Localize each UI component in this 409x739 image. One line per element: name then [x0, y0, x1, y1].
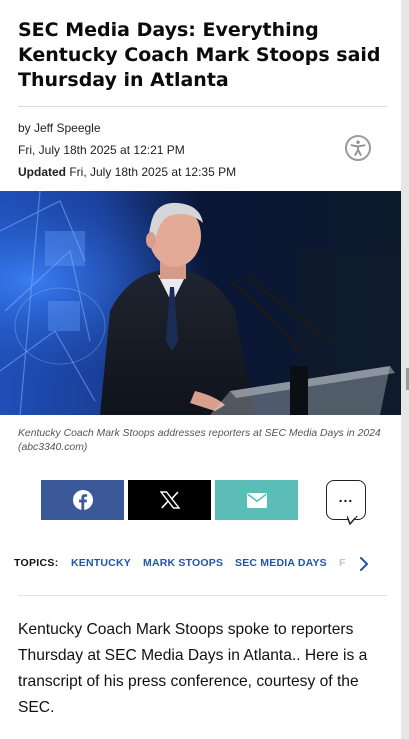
updated-date: Fri, July 18th 2025 at 12:35 PM [69, 165, 237, 179]
share-email-button[interactable] [215, 480, 298, 520]
hero-image [0, 191, 401, 415]
more-icon: ... [338, 489, 354, 505]
updated-date-line: Updated Fri, July 18th 2025 at 12:35 PM [18, 165, 236, 179]
topic-link-sec-media-days[interactable]: SEC MEDIA DAYS [235, 557, 327, 569]
article: SEC Media Days: Everything Kentucky Coac… [0, 0, 401, 739]
accessibility-button[interactable] [345, 135, 371, 161]
share-facebook-button[interactable] [41, 480, 124, 520]
divider [18, 595, 387, 596]
topic-link-mark-stoops[interactable]: MARK STOOPS [143, 557, 223, 569]
topic-link-kentucky[interactable]: KENTUCKY [71, 557, 131, 569]
publish-date: Fri, July 18th 2025 at 12:21 PM [18, 143, 185, 157]
byline: by Jeff Speegle [18, 121, 101, 135]
speech-bubble-tail [347, 516, 358, 525]
share-more-button[interactable]: ... [326, 480, 366, 525]
topics-bar: TOPICS: KENTUCKY MARK STOOPS SEC MEDIA D… [14, 555, 391, 571]
share-x-button[interactable] [128, 480, 211, 520]
scrollbar-track[interactable] [401, 0, 409, 739]
topics-label: TOPICS: [14, 557, 59, 569]
article-body-paragraph: Kentucky Coach Mark Stoops spoke to repo… [18, 621, 368, 716]
divider [18, 106, 387, 107]
topics-next-button[interactable] [355, 556, 373, 572]
topic-link-truncated[interactable]: F [339, 557, 346, 569]
facebook-icon [72, 490, 93, 510]
updated-label: Updated [18, 165, 66, 179]
accessibility-icon [350, 140, 366, 156]
image-caption: Kentucky Coach Mark Stoops addresses rep… [18, 428, 381, 453]
x-icon [159, 491, 180, 509]
mail-icon [246, 492, 267, 508]
article-headline: SEC Media Days: Everything Kentucky Coac… [18, 19, 381, 91]
chevron-right-icon [360, 557, 368, 571]
